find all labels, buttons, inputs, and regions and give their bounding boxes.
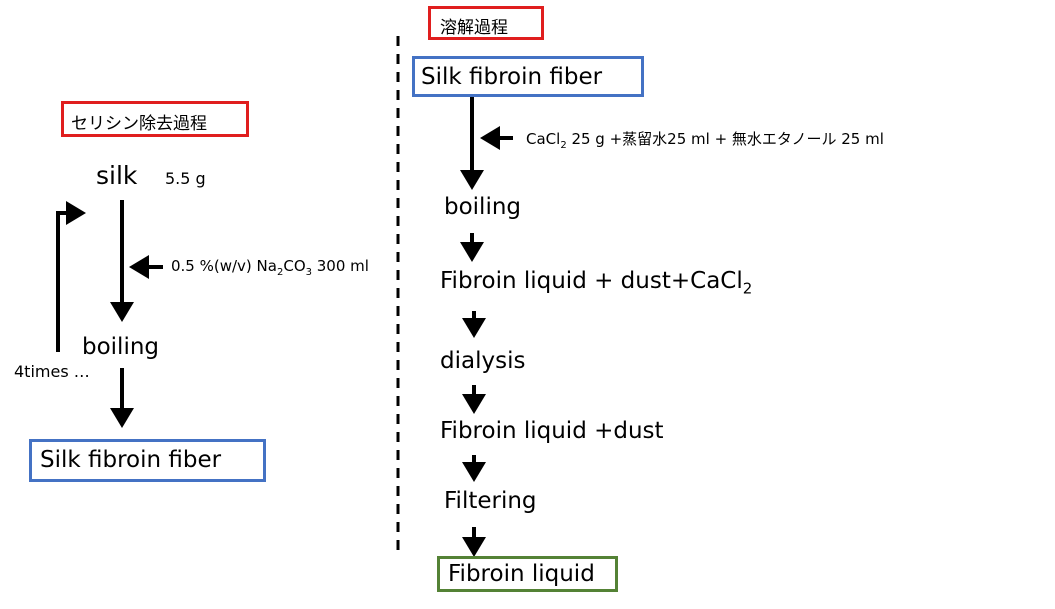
right-header-box: 溶解過程 [428, 6, 544, 40]
left-reagent-mid: CO [283, 257, 306, 275]
left-reagent: 0.5 %(w/v) Na2CO3 300 ml [171, 257, 369, 278]
left-reagent-prefix: 0.5 %(w/v) Na [171, 257, 277, 275]
right-reagent-prefix: CaCl [526, 130, 561, 148]
right-step-dialysis: dialysis [440, 348, 526, 374]
left-boiling: boiling [82, 334, 160, 360]
right-result-box: Fibroin liquid [437, 556, 618, 592]
right-reagent-suffix: 25 g +蒸留水25 ml + 無水エタノール 25 ml [566, 130, 884, 148]
right-step2-sub: 2 [742, 279, 753, 298]
left-header-box: セリシン除去過程 [61, 101, 249, 137]
left-result-box: Silk fibroin fiber [29, 439, 266, 482]
right-step-filtering: Filtering [444, 488, 537, 514]
right-start-box: Silk fibroin fiber [412, 56, 644, 97]
right-result: Fibroin liquid [448, 561, 595, 587]
right-header: 溶解過程 [440, 18, 508, 38]
silk-label: silk [96, 161, 138, 190]
left-header: セリシン除去過程 [71, 114, 207, 134]
repeat-label: 4times … [14, 362, 90, 381]
right-reagent: CaCl2 25 g +蒸留水25 ml + 無水エタノール 25 ml [526, 128, 884, 151]
right-step-boiling: boiling [444, 194, 522, 220]
right-start: Silk fibroin fiber [421, 64, 603, 90]
left-reagent-suffix: 300 ml [312, 257, 369, 275]
right-step2-prefix: Fibroin liquid + dust+CaCl [440, 268, 743, 294]
right-step-fibroin-dust-cacl2: Fibroin liquid + dust+CaCl2 [440, 268, 752, 298]
arrow-repeat-loop [56, 201, 86, 352]
right-step-fibroin-dust: Fibroin liquid +dust [440, 418, 664, 444]
left-result: Silk fibroin fiber [40, 447, 222, 473]
silk-mass: 5.5 g [165, 169, 206, 188]
